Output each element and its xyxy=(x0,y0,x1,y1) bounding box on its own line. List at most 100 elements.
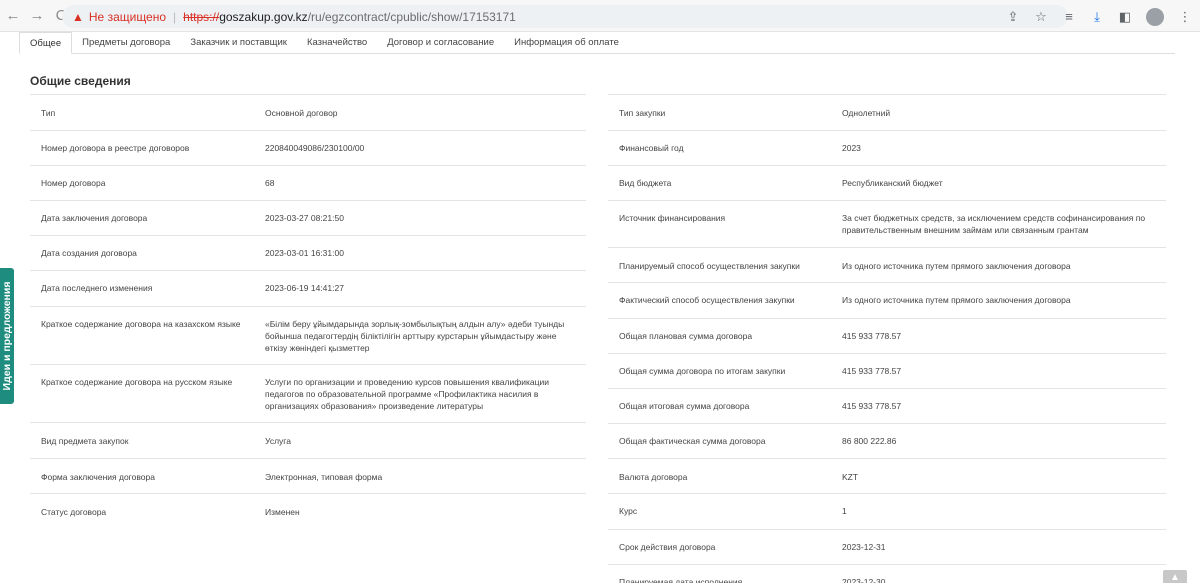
row-label: Форма заключения договора xyxy=(41,472,155,482)
profile-avatar-icon[interactable] xyxy=(1146,7,1164,26)
url-scheme: https:// xyxy=(183,9,220,24)
row-label: Курс xyxy=(619,506,638,516)
table-row: Дата создания договора 2023-03-01 16:31:0… xyxy=(30,235,586,270)
row-label: Тип закупки xyxy=(619,108,666,118)
row-value: KZT xyxy=(842,472,859,482)
row-value: Изменен xyxy=(265,507,300,517)
row-label: Статус договора xyxy=(41,507,107,517)
star-icon[interactable]: ☆ xyxy=(1034,9,1048,25)
row-label: Фактический способ осуществления закупки xyxy=(619,295,795,305)
tab-treasury[interactable]: Казначейство xyxy=(297,32,377,53)
table-row: Общая сумма договора по итогам закупки 41… xyxy=(608,353,1166,388)
table-row: Источник финансирования За счет бюджетных… xyxy=(608,200,1166,247)
table-row: Срок действия договора 2023-12-31 xyxy=(608,529,1166,564)
table-row: Общая фактическая сумма договора 86 800 2… xyxy=(608,423,1166,458)
browser-actions: ⇪ ☆ ≡ ⤓ ◧ ⋮ xyxy=(1006,5,1192,28)
row-label: Валюта договора xyxy=(619,472,688,482)
url-host: goszakup.gov.kz xyxy=(219,9,308,24)
row-label: Планируемый способ осуществления закупки xyxy=(619,261,800,271)
table-row: Статус договора Изменен xyxy=(30,493,586,530)
forward-icon[interactable]: → xyxy=(26,5,48,27)
row-value: Услуги по организации и проведению курсо… xyxy=(265,377,549,411)
table-row: Номер договора в реестре договоров 220840… xyxy=(30,130,586,165)
browser-toolbar: ← → C ▲ Не защищено | https:// goszakup.… xyxy=(0,0,1200,32)
tab-general[interactable]: Общее xyxy=(19,32,73,54)
download-icon[interactable]: ⤓ xyxy=(1090,9,1104,25)
row-value: 2023-12-31 xyxy=(842,542,886,552)
table-row: Финансовый год 2023 xyxy=(608,130,1166,165)
row-label: Дата заключения договора xyxy=(41,213,148,223)
row-label: Номер договора xyxy=(41,178,106,188)
table-row: Краткое содержание договора на казахском… xyxy=(30,306,586,364)
row-label: Краткое содержание договора на казахском… xyxy=(41,319,241,329)
row-value: 415 933 778.57 xyxy=(842,331,902,341)
table-row: Валюта договора KZT xyxy=(608,458,1166,493)
table-row: Вид предмета закупок Услуга xyxy=(30,422,586,458)
row-value: 220840049086/230100/00 xyxy=(265,143,365,153)
contract-tabs: Общее Предметы договора Заказчик и поста… xyxy=(19,32,1175,54)
row-value: 86 800 222.86 xyxy=(842,436,897,446)
row-value: Основной договор xyxy=(265,108,338,118)
row-label: Вид предмета закупок xyxy=(41,436,129,446)
table-row: Планируемый способ осуществления закупки… xyxy=(608,247,1166,282)
section-title: Общие сведения xyxy=(30,74,131,88)
row-value: 2023 xyxy=(842,143,861,153)
row-value: Услуга xyxy=(265,436,291,446)
table-row: Вид бюджета Республиканский бюджет xyxy=(608,165,1166,200)
row-value: Однолетний xyxy=(842,108,891,118)
row-label: Источник финансирования xyxy=(619,213,726,223)
row-label: Краткое содержание договора на русском я… xyxy=(41,377,233,387)
feedback-tab-label[interactable]: Идеи и предложения xyxy=(1,282,13,391)
table-row: Общая плановая сумма договора 415 933 778… xyxy=(608,318,1166,353)
not-secure-label[interactable]: Не защищено xyxy=(89,10,166,24)
table-row: Планируемая дата исполнения 2023-12-30 xyxy=(608,564,1166,583)
table-row: Фактический способ осуществления закупки… xyxy=(608,282,1166,318)
warning-icon[interactable]: ▲ xyxy=(72,10,84,24)
table-row: Краткое содержание договора на русском я… xyxy=(30,364,586,422)
table-row: Форма заключения договора Электронная, ти… xyxy=(30,458,586,493)
row-value: Из одного источника путем прямого заключ… xyxy=(842,295,1071,305)
back-icon[interactable]: ← xyxy=(2,5,24,27)
table-row: Курс 1 xyxy=(608,493,1166,529)
table-row: Дата заключения договора 2023-03-27 08:21… xyxy=(30,200,586,235)
address-bar[interactable]: ▲ Не защищено | https:// goszakup.gov.kz… xyxy=(62,5,1068,28)
url-path: /ru/egzcontract/cpublic/show/17153171 xyxy=(307,9,516,24)
row-label: Тип xyxy=(41,108,56,118)
feedback-tab[interactable]: Идеи и предложения xyxy=(0,268,14,404)
table-row: Дата последнего изменения 2023-06-19 14:4… xyxy=(30,270,586,306)
row-value: «Білім беру ұйымдарында зорлық-зомбылықт… xyxy=(265,319,565,353)
scroll-top-button[interactable]: ▲ xyxy=(1163,570,1187,583)
row-value: 1 xyxy=(842,506,847,516)
row-label: Дата создания договора xyxy=(41,248,137,258)
row-label: Вид бюджета xyxy=(619,178,672,188)
row-label: Номер договора в реестре договоров xyxy=(41,143,190,153)
sidepanel-icon[interactable]: ◧ xyxy=(1118,9,1132,25)
row-label: Общая итоговая сумма договора xyxy=(619,401,750,411)
row-value: 2023-06-19 14:41:27 xyxy=(265,283,344,293)
omnibox-separator: | xyxy=(173,9,177,24)
row-label: Общая плановая сумма договора xyxy=(619,331,753,341)
row-value: Электронная, типовая форма xyxy=(265,472,383,482)
tab-payment-info[interactable]: Информация об оплате xyxy=(504,32,629,53)
row-value: Республиканский бюджет xyxy=(842,178,943,188)
tab-contract-items[interactable]: Предметы договора xyxy=(72,32,180,53)
row-value: За счет бюджетных средств, за исключение… xyxy=(842,213,1146,235)
row-value: 2023-12-30 xyxy=(842,577,886,583)
row-value: 415 933 778.57 xyxy=(842,366,902,376)
row-label: Планируемая дата исполнения xyxy=(619,577,743,583)
table-row: Тип Основной договор xyxy=(30,94,586,130)
tab-customer-supplier[interactable]: Заказчик и поставщик xyxy=(180,32,297,53)
row-label: Общая фактическая сумма договора xyxy=(619,436,766,446)
row-value: 68 xyxy=(265,178,275,188)
row-value: 415 933 778.57 xyxy=(842,401,902,411)
row-label: Дата последнего изменения xyxy=(41,283,153,293)
row-value: 2023-03-27 08:21:50 xyxy=(265,213,344,223)
share-icon[interactable]: ⇪ xyxy=(1006,9,1020,25)
menu-icon[interactable]: ⋮ xyxy=(1178,9,1192,25)
tab-contract-approval[interactable]: Договор и согласование xyxy=(377,32,504,53)
media-queue-icon[interactable]: ≡ xyxy=(1062,9,1076,24)
row-label: Срок действия договора xyxy=(619,542,716,552)
table-row: Номер договора 68 xyxy=(30,165,586,200)
row-value: Из одного источника путем прямого заключ… xyxy=(842,261,1071,271)
row-value: 2023-03-01 16:31:00 xyxy=(265,248,344,258)
